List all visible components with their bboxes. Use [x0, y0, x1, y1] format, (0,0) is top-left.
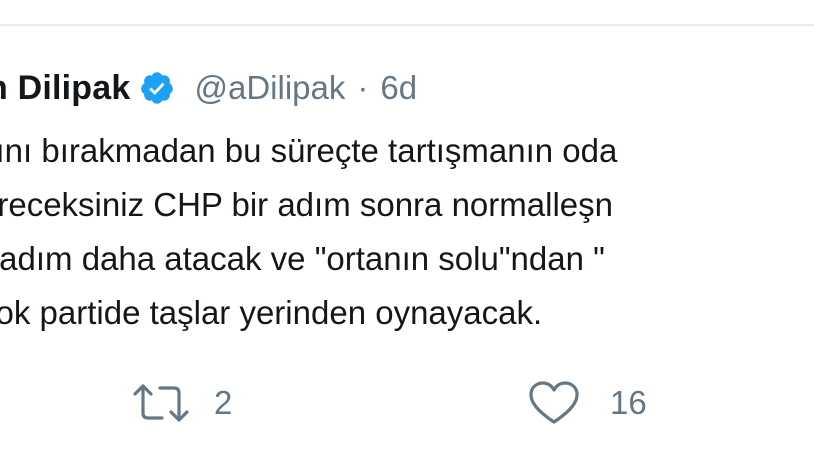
retweet-icon [132, 383, 190, 423]
separator-dot: · [357, 69, 369, 106]
tweet-text-line: çok partide taşlar yerinden oynayacak. [0, 294, 543, 331]
retweet-count: 2 [214, 384, 233, 421]
tweet-actions: 2 16 [0, 376, 814, 430]
tweet-text-line: öreceksiniz CHP bir adım sonra normalleş… [0, 186, 613, 223]
retweet-button[interactable]: 2 [132, 376, 232, 430]
like-count: 16 [610, 384, 647, 421]
author-handle[interactable]: @aDilipak [195, 69, 346, 107]
heart-icon [528, 381, 580, 425]
tweet-page: n Dilipak @aDilipak · 6d sını bırakmadan… [0, 0, 814, 458]
tweet-timestamp[interactable]: 6d [380, 69, 417, 107]
like-button[interactable]: 16 [528, 376, 647, 430]
verified-badge-icon [139, 70, 175, 106]
tweet-text-line: r adım daha atacak ve "ortanın solu"ndan… [0, 240, 605, 277]
tweet-text: sını bırakmadan bu süreçte tartışmanın o… [0, 124, 814, 340]
tweet-header: n Dilipak @aDilipak · 6d [0, 60, 417, 116]
top-divider [0, 24, 814, 26]
author-name[interactable]: n Dilipak [0, 69, 131, 108]
tweet-text-line: sını bırakmadan bu süreçte tartışmanın o… [0, 132, 618, 169]
